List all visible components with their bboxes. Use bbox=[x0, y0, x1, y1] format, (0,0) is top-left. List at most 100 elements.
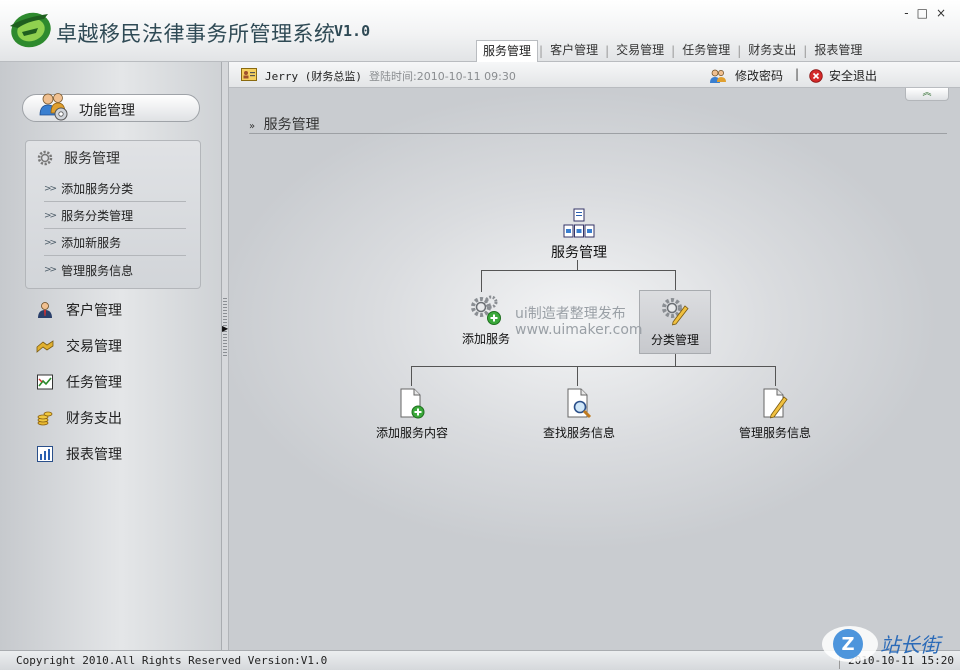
sidebar-item-customer-management[interactable]: 客户管理 bbox=[36, 299, 122, 321]
logout-icon bbox=[809, 68, 823, 83]
sidebar-item-label: 添加新服务 bbox=[61, 236, 122, 250]
gear-add-icon bbox=[471, 295, 501, 325]
sidebar-splitter[interactable]: ▶ bbox=[222, 62, 229, 650]
sidebar-item-service-category-management[interactable]: >> 服务分类管理 bbox=[44, 203, 186, 229]
tree-node-label: 管理服务信息 bbox=[738, 426, 811, 440]
window-controls: - □ × bbox=[904, 6, 946, 20]
app-header: 卓越移民法律事务所管理系统 V1.0 - □ × 服务管理 | 客户管理 | 交… bbox=[0, 0, 960, 63]
double-chevron-icon: >> bbox=[44, 210, 57, 221]
top-nav: 服务管理 | 客户管理 | 交易管理 | 任务管理 | 财务支出 | 报表管理 bbox=[476, 39, 868, 63]
sidebar-item-label: 财务支出 bbox=[66, 411, 122, 427]
service-management-group: 服务管理 >> 添加服务分类 >> 服务分类管理 >> 添加新服务 >> 管理服… bbox=[25, 140, 201, 289]
double-chevron-icon: » bbox=[249, 121, 255, 132]
user-card-icon bbox=[241, 68, 257, 81]
tree-connector bbox=[577, 366, 578, 386]
watermark: ui制造者整理发布 www.uimaker.com bbox=[515, 306, 643, 338]
watermark-line: www.uimaker.com bbox=[515, 322, 643, 338]
gear-edit-icon bbox=[662, 298, 689, 326]
app-version: V1.0 bbox=[334, 22, 371, 40]
breadcrumb-current: 服务管理 bbox=[263, 117, 320, 133]
breadcrumb: » 服务管理 bbox=[249, 114, 947, 134]
sidebar-item-finance[interactable]: 财务支出 bbox=[36, 407, 122, 429]
document-search-icon bbox=[567, 388, 592, 419]
tree-node-label: 分类管理 bbox=[650, 333, 699, 347]
tree-node-find-service-info[interactable]: 查找服务信息 bbox=[539, 388, 619, 441]
finance-icon bbox=[37, 411, 53, 426]
tree-node-service-management[interactable]: 服务管理 bbox=[539, 208, 619, 262]
sidebar-item-label: 报表管理 bbox=[66, 447, 122, 463]
sidebar-item-add-new-service[interactable]: >> 添加新服务 bbox=[44, 230, 186, 256]
customer-icon bbox=[38, 302, 52, 318]
double-chevron-icon: >> bbox=[44, 265, 57, 275]
login-time: 登陆时间:2010-10-11 09:30 bbox=[369, 70, 516, 83]
tree-connector bbox=[481, 270, 675, 271]
double-chevron-icon: >> bbox=[44, 183, 57, 194]
minimize-button[interactable]: - bbox=[904, 6, 908, 20]
tree-connector bbox=[675, 270, 676, 290]
watermark-line: ui制造者整理发布 bbox=[515, 306, 626, 322]
sidebar-item-label: 客户管理 bbox=[66, 303, 122, 319]
main-content: ︽ » 服务管理 服务管理 添加服务 分类管理 ui制造者整理发布 www.ui… bbox=[229, 88, 960, 650]
user-info-bar: Jerry (财务总监) 登陆时间:2010-10-11 09:30 修改密码 … bbox=[229, 62, 960, 88]
close-button[interactable]: × bbox=[936, 6, 946, 20]
change-password-label: 修改密码 bbox=[735, 69, 784, 83]
logout-link[interactable]: 安全退出 bbox=[809, 67, 877, 84]
transaction-icon bbox=[36, 340, 54, 353]
function-management-label: 功能管理 bbox=[79, 103, 135, 119]
tab-task-management[interactable]: 任务管理 bbox=[676, 40, 736, 62]
maximize-button[interactable]: □ bbox=[917, 6, 928, 20]
sidebar-item-task-management[interactable]: 任务管理 bbox=[36, 371, 122, 393]
logout-label: 安全退出 bbox=[829, 69, 878, 83]
sidebar-item-reports[interactable]: 报表管理 bbox=[36, 443, 122, 465]
infobar-separator: | bbox=[795, 67, 800, 81]
svg-text:Z: Z bbox=[841, 634, 854, 655]
sidebar-item-transaction-management[interactable]: 交易管理 bbox=[36, 335, 122, 357]
sidebar-item-manage-service-info[interactable]: >> 管理服务信息 bbox=[44, 257, 186, 283]
service-group-label: 服务管理 bbox=[64, 151, 120, 167]
tree-node-label: 服务管理 bbox=[551, 245, 607, 261]
collapse-sidebar-arrow-icon[interactable]: ▶ bbox=[222, 324, 228, 333]
sidebar-item-label: 任务管理 bbox=[66, 375, 122, 391]
status-bar: Copyright 2010.All Rights Reserved Versi… bbox=[0, 650, 960, 670]
tree-node-category-management[interactable]: 分类管理 bbox=[639, 290, 711, 354]
current-user: Jerry (财务总监) bbox=[265, 70, 362, 83]
site-logo-text: 站长街 bbox=[880, 633, 943, 657]
tree-node-add-service[interactable]: 添加服务 bbox=[451, 294, 521, 347]
document-edit-icon bbox=[763, 388, 788, 419]
app-logo-icon bbox=[10, 12, 51, 48]
users-key-icon bbox=[710, 69, 726, 83]
users-gear-icon bbox=[39, 93, 68, 121]
app-title: 卓越移民法律事务所管理系统 bbox=[56, 22, 336, 46]
collapse-header-button[interactable]: ︽ bbox=[905, 88, 949, 101]
report-icon bbox=[37, 446, 53, 462]
site-logo-icon: Z 站长街 bbox=[822, 626, 943, 662]
sidebar-item-label: 服务分类管理 bbox=[61, 209, 134, 223]
tree-node-add-service-content[interactable]: 添加服务内容 bbox=[369, 388, 455, 441]
tab-customer-management[interactable]: 客户管理 bbox=[544, 40, 604, 62]
double-chevron-icon: >> bbox=[44, 237, 57, 248]
tree-connector bbox=[411, 366, 775, 367]
tree-connector bbox=[411, 366, 412, 386]
document-add-icon bbox=[400, 388, 425, 419]
sidebar-item-label: 交易管理 bbox=[66, 339, 122, 355]
copyright: Copyright 2010.All Rights Reserved Versi… bbox=[16, 654, 328, 667]
tree-connector bbox=[675, 354, 676, 366]
documents-tree-icon bbox=[563, 208, 595, 238]
change-password-link[interactable]: 修改密码 bbox=[709, 67, 783, 84]
tree-node-label: 添加服务 bbox=[461, 332, 510, 346]
tree-connector bbox=[775, 366, 776, 386]
sidebar-item-label: 添加服务分类 bbox=[61, 182, 134, 196]
function-management-header[interactable]: 功能管理 bbox=[22, 93, 200, 122]
task-icon bbox=[37, 374, 53, 390]
tree-node-label: 添加服务内容 bbox=[375, 426, 448, 440]
service-group-title[interactable]: 服务管理 bbox=[36, 147, 120, 169]
tab-service-management[interactable]: 服务管理 bbox=[476, 39, 539, 63]
tree-node-label: 查找服务信息 bbox=[542, 426, 615, 440]
tab-reports[interactable]: 报表管理 bbox=[808, 40, 868, 62]
tab-transaction-management[interactable]: 交易管理 bbox=[610, 40, 670, 62]
tab-finance[interactable]: 财务支出 bbox=[742, 40, 802, 62]
sidebar: 功能管理 服务管理 >> 添加服务分类 >> 服务分类管理 >> 添加新服务 >… bbox=[0, 62, 222, 650]
gear-icon bbox=[37, 150, 53, 166]
sidebar-item-add-service-category[interactable]: >> 添加服务分类 bbox=[44, 176, 186, 202]
tree-node-manage-service-info[interactable]: 管理服务信息 bbox=[733, 388, 817, 441]
